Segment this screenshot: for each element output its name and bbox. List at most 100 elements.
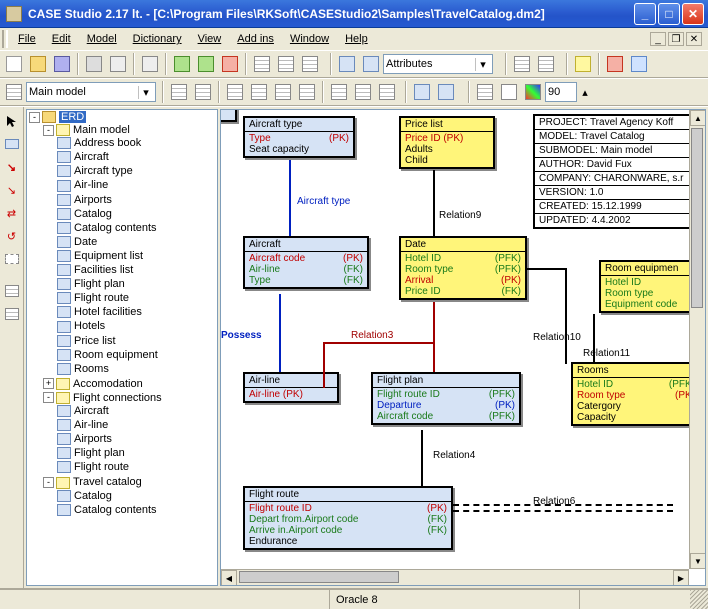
minimize-button[interactable]: _	[634, 3, 656, 25]
tree-item[interactable]: Catalog	[74, 490, 112, 502]
zoom-spin-up[interactable]: ▴	[578, 81, 592, 103]
diagram-area[interactable]: PROJECT: Travel Agency Koff MODEL: Trave…	[220, 109, 706, 586]
tree-item[interactable]: Flight plan	[74, 278, 125, 290]
align-a-button[interactable]	[511, 53, 533, 75]
pointer-tool[interactable]	[2, 111, 22, 131]
tree-item[interactable]: Rooms	[74, 363, 109, 375]
entity-room-equipment[interactable]: Room equipmen Hotel IDRoom typeEquipment…	[599, 260, 689, 313]
tree-item[interactable]: Price list	[74, 335, 116, 347]
display-b-button[interactable]	[360, 53, 382, 75]
tree-item[interactable]: Aircraft	[74, 151, 109, 163]
tree-item[interactable]: Address book	[74, 137, 141, 149]
tree-item[interactable]: Catalog	[74, 208, 112, 220]
view-b-button[interactable]	[435, 81, 457, 103]
menu-view[interactable]: View	[190, 31, 230, 47]
entity-aircraft[interactable]: Aircraft Aircraft code(PK)Air-line(FK)Ty…	[243, 236, 369, 289]
tree-item[interactable]: Aircraft	[74, 405, 109, 417]
display-a-button[interactable]	[336, 53, 358, 75]
menu-addins[interactable]: Add ins	[229, 31, 282, 47]
maximize-button[interactable]: □	[658, 3, 680, 25]
tree-root[interactable]: ERD	[59, 111, 86, 123]
entity-aircraft-type[interactable]: Aircraft type Type(PK)Seat capacity	[243, 116, 355, 158]
help-button[interactable]	[628, 53, 650, 75]
horizontal-scrollbar[interactable]: ◀ ▶	[221, 569, 689, 585]
script-button[interactable]	[171, 53, 193, 75]
colors-button[interactable]	[522, 81, 544, 103]
zoom-input[interactable]	[545, 82, 577, 102]
entity-price-list[interactable]: Price list Price ID (PK)AdultsChild	[399, 116, 495, 169]
align-bottom-button[interactable]	[296, 81, 318, 103]
layout-a-button[interactable]	[168, 81, 190, 103]
vertical-scrollbar[interactable]: ▲ ▼	[689, 110, 705, 569]
attributes-combo[interactable]: Attributes ▾	[383, 54, 493, 74]
scroll-down-button[interactable]: ▼	[690, 553, 706, 569]
menu-dictionary[interactable]: Dictionary	[125, 31, 190, 47]
mdi-minimize-button[interactable]: _	[650, 32, 666, 46]
compare-button[interactable]	[572, 53, 594, 75]
size-a-button[interactable]	[328, 81, 350, 103]
size-c-button[interactable]	[376, 81, 398, 103]
resize-grip-icon[interactable]	[690, 590, 708, 609]
mdi-close-button[interactable]: ✕	[686, 32, 702, 46]
relation-ident-tool[interactable]: ↘	[2, 157, 22, 177]
align-top-button[interactable]	[272, 81, 294, 103]
align-b-button[interactable]	[535, 53, 557, 75]
group-tool[interactable]	[2, 281, 22, 301]
collapse-icon[interactable]: -	[43, 125, 54, 136]
relation-nonident-tool[interactable]: ↘	[2, 180, 22, 200]
layout-b-button[interactable]	[192, 81, 214, 103]
expand-icon[interactable]: +	[43, 378, 54, 389]
preview-button[interactable]	[107, 53, 129, 75]
scroll-left-button[interactable]: ◀	[221, 570, 237, 586]
view-a-button[interactable]	[411, 81, 433, 103]
tree-item[interactable]: Air-line	[74, 179, 108, 191]
entity-flight-plan[interactable]: Flight plan Flight route ID(PFK)Departur…	[371, 372, 521, 425]
submodel-combo[interactable]: Main model ▾	[26, 82, 156, 102]
tree-main-model[interactable]: Main model	[73, 124, 130, 136]
menu-model[interactable]: Model	[79, 31, 125, 47]
close-button[interactable]: ✕	[682, 3, 704, 25]
save-button[interactable]	[51, 53, 73, 75]
collapse-icon[interactable]: -	[43, 392, 54, 403]
stamp-tool[interactable]	[2, 304, 22, 324]
open-button[interactable]	[27, 53, 49, 75]
report-button[interactable]	[195, 53, 217, 75]
tool-a-button[interactable]	[251, 53, 273, 75]
tool-b-button[interactable]	[275, 53, 297, 75]
entity-date[interactable]: Date Hotel ID(PFK)Room type(PFK)Arrival(…	[399, 236, 527, 300]
tree-item[interactable]: Date	[74, 236, 97, 248]
diagram-canvas[interactable]: PROJECT: Travel Agency Koff MODEL: Trave…	[221, 110, 689, 569]
font-button[interactable]	[498, 81, 520, 103]
tree-item[interactable]: Flight route	[74, 292, 129, 304]
tree-travel-catalog[interactable]: Travel catalog	[73, 476, 142, 488]
tree-item[interactable]: Room equipment	[74, 349, 158, 361]
tree-item[interactable]: Hotel facilities	[74, 306, 142, 318]
options-button[interactable]	[604, 53, 626, 75]
relation-mn-tool[interactable]: ⇄	[2, 203, 22, 223]
tree-item[interactable]: Air-line	[74, 419, 108, 431]
toggle-shadow-button[interactable]	[474, 81, 496, 103]
tool-c-button[interactable]	[299, 53, 321, 75]
menu-help[interactable]: Help	[337, 31, 376, 47]
mdi-restore-button[interactable]: ❐	[668, 32, 684, 46]
relation-self-tool[interactable]: ↺	[2, 226, 22, 246]
tree-flight-connections[interactable]: Flight connections	[73, 392, 162, 404]
tree-item[interactable]: Airports	[74, 194, 112, 206]
entity-flight-route[interactable]: Flight route Flight route ID(PK)Depart f…	[243, 486, 453, 550]
entity-tool[interactable]	[2, 134, 22, 154]
entity-clipped[interactable]	[221, 110, 237, 122]
entity-rooms[interactable]: Rooms Hotel ID(PFK)Room type(PK)Catergor…	[571, 362, 689, 426]
tree-accomodation[interactable]: Accomodation	[73, 378, 143, 390]
print-button[interactable]	[83, 53, 105, 75]
model-tree[interactable]: -ERD -Main model Address bookAircraftAir…	[26, 109, 218, 586]
scroll-right-button[interactable]: ▶	[673, 570, 689, 586]
align-left-button[interactable]	[224, 81, 246, 103]
submodel-button[interactable]	[3, 81, 25, 103]
tree-item[interactable]: Flight plan	[74, 447, 125, 459]
menu-window[interactable]: Window	[282, 31, 337, 47]
find-button[interactable]	[139, 53, 161, 75]
menu-edit[interactable]: Edit	[44, 31, 79, 47]
size-b-button[interactable]	[352, 81, 374, 103]
tree-item[interactable]: Aircraft type	[74, 165, 133, 177]
scroll-up-button[interactable]: ▲	[690, 110, 706, 126]
